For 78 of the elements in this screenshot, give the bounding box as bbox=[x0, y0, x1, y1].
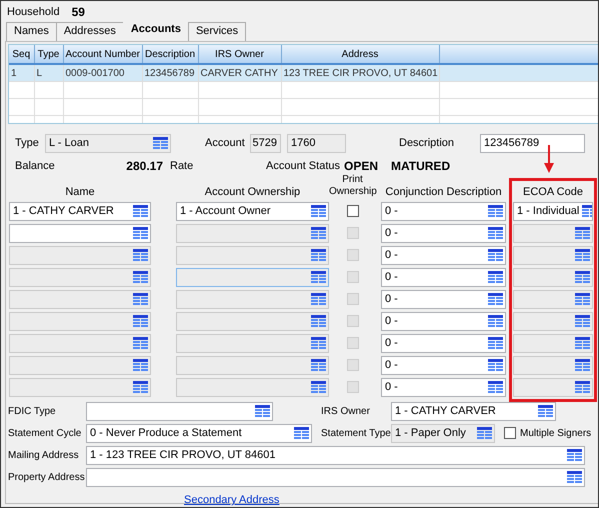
list-icon[interactable] bbox=[255, 404, 270, 418]
list-icon[interactable] bbox=[488, 380, 503, 394]
list-icon[interactable] bbox=[538, 404, 553, 418]
status-value: OPEN bbox=[344, 159, 380, 173]
table-cell: CARVER CATHY bbox=[198, 64, 281, 82]
balance-label: Balance bbox=[15, 160, 56, 172]
statement-type-label: Statement Type bbox=[321, 428, 391, 438]
list-icon[interactable] bbox=[488, 226, 503, 240]
column-header[interactable]: Description bbox=[142, 45, 198, 64]
irs-owner-label: IRS Owner bbox=[321, 406, 371, 416]
fdic-type-label: FDIC Type bbox=[8, 406, 57, 416]
list-icon[interactable] bbox=[311, 204, 326, 218]
input-field[interactable] bbox=[86, 402, 273, 420]
arrow-icon bbox=[544, 145, 554, 173]
table-cell: 123456789 bbox=[142, 64, 198, 82]
column-header: Conjunction Description bbox=[384, 186, 503, 200]
list-icon[interactable] bbox=[133, 226, 148, 240]
input-field[interactable]: 0 - bbox=[381, 246, 506, 264]
description-label: Description bbox=[399, 137, 456, 149]
secondary-address-link[interactable]: Secondary Address bbox=[184, 494, 280, 506]
list-icon[interactable] bbox=[488, 314, 503, 328]
list-icon[interactable] bbox=[488, 292, 503, 306]
household-number: 59 bbox=[72, 4, 85, 18]
type-label: Type bbox=[15, 137, 40, 149]
input-field[interactable]: 0 - bbox=[381, 290, 506, 308]
rate-label: Rate bbox=[170, 160, 194, 172]
list-icon[interactable] bbox=[488, 358, 503, 372]
column-header[interactable]: Seq bbox=[9, 45, 34, 64]
multiple-signers-label: Multiple Signers bbox=[519, 428, 592, 438]
input-field[interactable]: 1 - CATHY CARVER bbox=[391, 402, 556, 420]
household-label: Household bbox=[7, 6, 60, 18]
column-header[interactable]: Address bbox=[281, 45, 439, 64]
statement-cycle-label: Statement Cycle bbox=[8, 428, 82, 438]
input-field[interactable]: 0 - Never Produce a Statement bbox=[86, 424, 312, 442]
column-header[interactable]: Account Number bbox=[63, 45, 142, 64]
column-header: Account Ownership bbox=[204, 186, 302, 200]
column-header: ECOA Code bbox=[522, 186, 584, 200]
input-field[interactable]: 0 - bbox=[381, 202, 506, 220]
table-cell: 0009-001700 bbox=[63, 64, 142, 82]
input-field[interactable] bbox=[86, 468, 585, 486]
list-icon[interactable] bbox=[488, 248, 503, 262]
account-label: Account bbox=[205, 137, 246, 149]
list-icon[interactable] bbox=[488, 204, 503, 218]
status-value: MATURED bbox=[391, 159, 452, 173]
input-field[interactable]: 1 - Account Owner bbox=[176, 202, 329, 220]
list-icon[interactable] bbox=[133, 204, 148, 218]
list-icon[interactable] bbox=[294, 426, 309, 440]
balance-value: 280.17 bbox=[125, 159, 163, 173]
tab[interactable]: Names bbox=[6, 22, 57, 41]
input-field[interactable]: 0 - bbox=[381, 224, 506, 242]
tab[interactable]: Services bbox=[188, 22, 246, 41]
status-label: Account Status bbox=[266, 160, 341, 172]
list-icon[interactable] bbox=[567, 448, 582, 462]
checkbox[interactable] bbox=[346, 205, 358, 217]
table-cell: L bbox=[34, 64, 63, 82]
table-cell: 1 bbox=[9, 64, 34, 82]
column-header: Name bbox=[64, 186, 96, 200]
property-address-label: Property Address bbox=[8, 472, 86, 482]
list-icon[interactable] bbox=[488, 336, 503, 350]
input-field[interactable]: 1 - Individual bbox=[513, 202, 593, 220]
checkbox[interactable] bbox=[504, 427, 516, 439]
input-field[interactable] bbox=[9, 224, 151, 242]
input-field[interactable]: 1 - 123 TREE CIR PROVO, UT 84601 bbox=[86, 446, 585, 464]
list-icon[interactable] bbox=[488, 270, 503, 284]
input-field[interactable]: 0 - bbox=[381, 356, 506, 374]
input-field[interactable]: 0 - bbox=[381, 312, 506, 330]
column-header[interactable]: IRS Owner bbox=[198, 45, 281, 64]
list-icon[interactable] bbox=[567, 470, 582, 484]
input-field[interactable]: 0 - bbox=[381, 378, 506, 396]
mailing-address-label: Mailing Address bbox=[8, 450, 80, 460]
table-row[interactable]: 1 L 0009-001700 123456789 CARVER CATHY 123 TREE CIR PROVO, UT 84601 bbox=[9, 64, 598, 82]
input-field[interactable]: 123456789 bbox=[480, 134, 585, 152]
input-field[interactable]: 0 - bbox=[381, 268, 506, 286]
column-header: Print Ownership bbox=[329, 174, 376, 199]
input-field[interactable]: 1 - CATHY CARVER bbox=[9, 202, 151, 220]
table-cell: 123 TREE CIR PROVO, UT 84601 bbox=[281, 64, 439, 82]
input-field[interactable]: 0 - bbox=[381, 334, 506, 352]
column-header[interactable]: Type bbox=[34, 45, 63, 64]
